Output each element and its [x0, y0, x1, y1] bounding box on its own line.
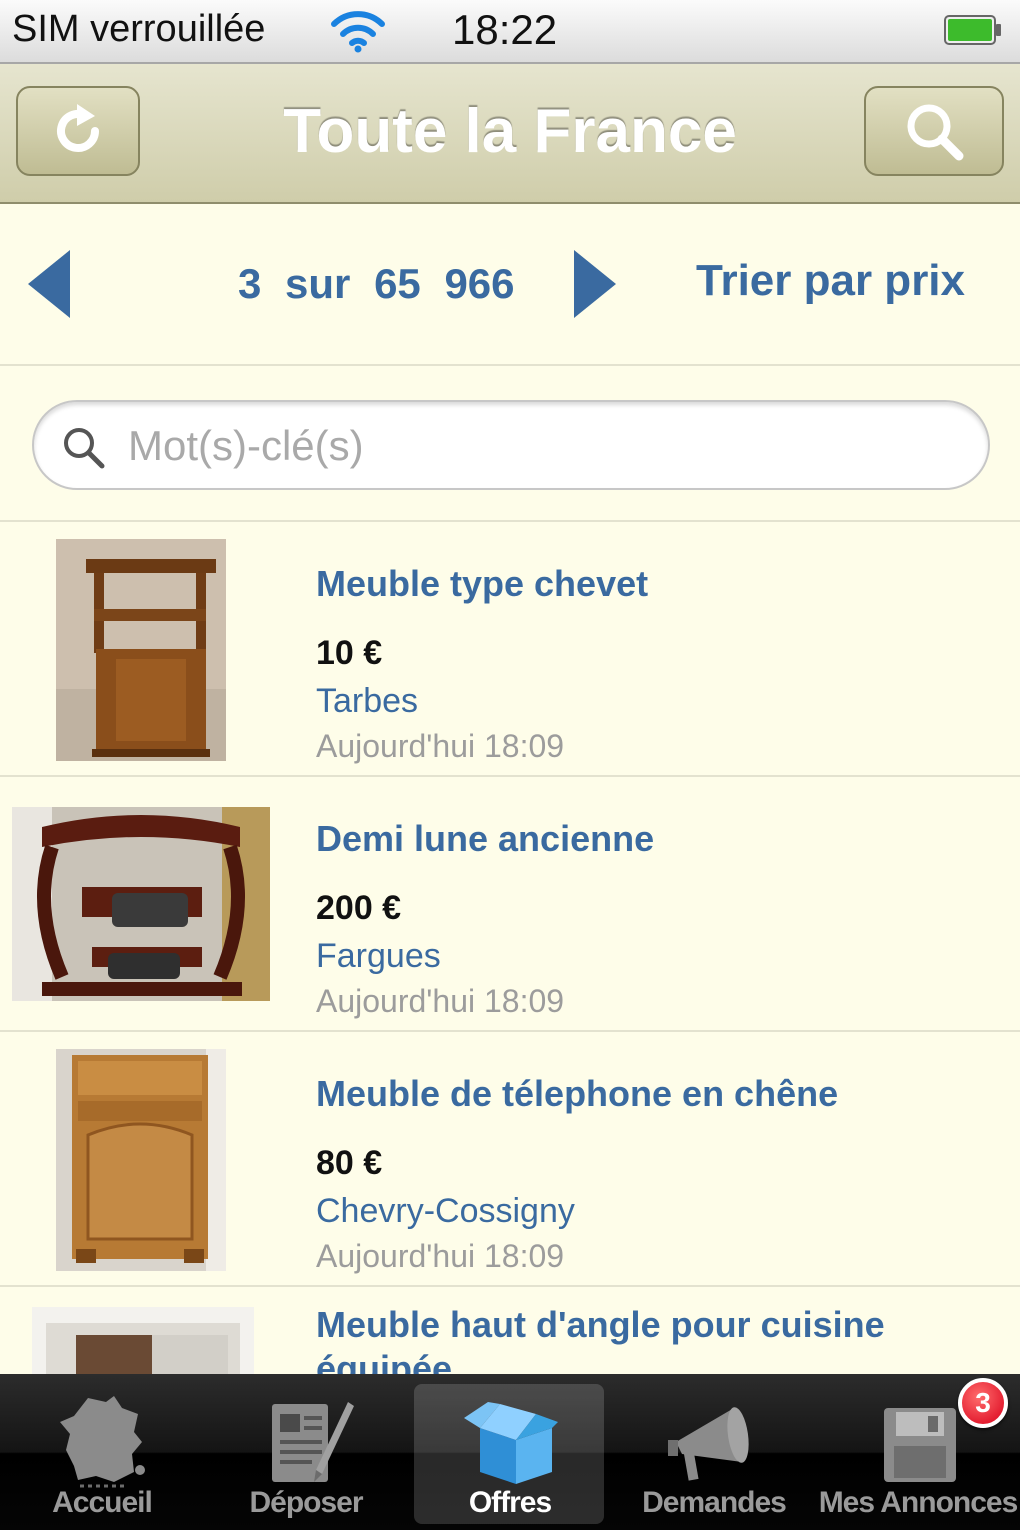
list-item[interactable]: Demi lune ancienne 200 € Fargues Aujourd… [0, 777, 1020, 1032]
total-count: 65 966 [374, 260, 515, 307]
tab-label: Accueil [52, 1486, 153, 1519]
tab-label: Déposer [249, 1486, 363, 1519]
tab-demandes[interactable]: Demandes [612, 1374, 816, 1530]
open-box-icon [464, 1402, 558, 1484]
listing-city: Chevry-Cossigny [316, 1192, 575, 1230]
status-bar: SIM verrouillée 18:22 [0, 0, 1020, 64]
list-item[interactable]: Meuble type chevet 10 € Tarbes Aujourd'h… [0, 522, 1020, 777]
tab-label: Demandes [642, 1486, 787, 1519]
navigation-bar: Toute la France [0, 64, 1020, 204]
counter-separator: sur [285, 260, 351, 307]
listing-price: 80 € [316, 1144, 383, 1182]
search-field-container[interactable] [32, 400, 990, 490]
listing-date: Aujourd'hui 18:09 [316, 728, 565, 764]
sort-by-price-link[interactable]: Trier par prix [696, 256, 965, 306]
list-item[interactable]: Meuble haut d'angle pour cuisine équipée [0, 1287, 1020, 1374]
tab-deposer[interactable]: Déposer [204, 1374, 408, 1530]
listing-title[interactable]: Demi lune ancienne [316, 817, 996, 861]
listing-list: Meuble type chevet 10 € Tarbes Aujourd'h… [0, 522, 1020, 1374]
magnifier-icon [64, 428, 105, 469]
france-map-icon [60, 1396, 145, 1488]
keyword-search-input[interactable] [126, 416, 970, 476]
listing-title[interactable]: Meuble haut d'angle pour cuisine équipée [316, 1303, 996, 1374]
listing-date: Aujourd'hui 18:09 [316, 1238, 565, 1274]
listing-title[interactable]: Meuble type chevet [316, 562, 996, 606]
listing-price: 200 € [316, 889, 402, 927]
wifi-icon [331, 11, 385, 53]
listing-date: Aujourd'hui 18:09 [316, 983, 565, 1019]
listing-thumbnail [56, 1049, 226, 1271]
listing-thumbnail [32, 1307, 254, 1374]
megaphone-icon [668, 1407, 749, 1481]
tab-label: Offres [468, 1486, 552, 1519]
listing-thumbnail [12, 807, 270, 1001]
arrow-right-icon[interactable] [568, 248, 618, 320]
arrow-left-icon[interactable] [26, 248, 76, 320]
notification-badge: 3 [958, 1378, 1008, 1428]
current-index: 3 [238, 260, 262, 307]
carrier-label: SIM verrouillée [12, 8, 266, 50]
listing-price: 10 € [316, 634, 383, 672]
listing-title[interactable]: Meuble de télephone en chêne [316, 1072, 996, 1116]
search-section [0, 366, 1020, 522]
pager: 3 sur 65 966 Trier par prix [0, 204, 1020, 366]
listing-city: Tarbes [316, 682, 419, 720]
tab-accueil[interactable]: Accueil [0, 1374, 204, 1530]
tab-offres[interactable]: Offres [408, 1374, 612, 1530]
battery-icon [944, 15, 1001, 45]
clock: 18:22 [452, 6, 558, 53]
search-icon [907, 104, 964, 161]
listing-thumbnail [56, 539, 226, 761]
search-button[interactable] [864, 86, 1004, 176]
floppy-disk-icon [884, 1408, 956, 1482]
listing-city: Fargues [316, 937, 441, 975]
tab-bar: Accueil Déposer Offres Demandes Mes Anno… [0, 1374, 1020, 1530]
deposit-form-icon [272, 1402, 354, 1482]
tab-label: Mes Annonces [818, 1486, 1019, 1519]
result-counter: 3 sur 65 966 [238, 260, 515, 308]
list-item[interactable]: Meuble de télephone en chêne 80 € Chevry… [0, 1032, 1020, 1287]
